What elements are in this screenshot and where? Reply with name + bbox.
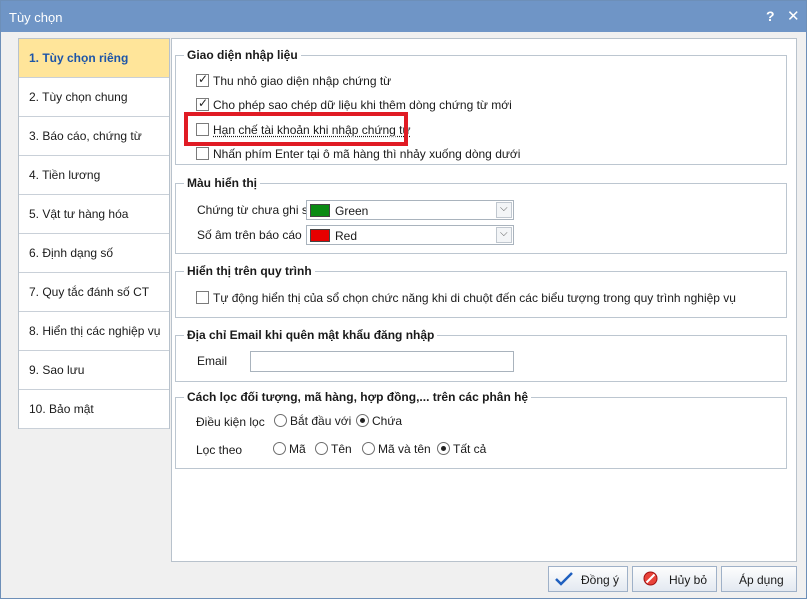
- filter-method-group-title: Cách lọc đối tượng, mã hàng, hợp đồng,..…: [184, 390, 532, 404]
- sidebar-item-materials-goods[interactable]: 5. Vật tư hàng hóa: [19, 195, 169, 234]
- radio-label: Bắt đầu với: [290, 414, 352, 428]
- chevron-down-icon[interactable]: ⌵: [496, 202, 512, 218]
- sidebar-item-label: 2. Tùy chọn chung: [29, 90, 128, 104]
- sidebar-item-numbering-rules[interactable]: 7. Quy tắc đánh số CT: [19, 273, 169, 312]
- sidebar-item-general-options[interactable]: 2. Tùy chọn chung: [19, 78, 169, 117]
- radio-label: Tên: [331, 442, 352, 456]
- ok-button[interactable]: Đồng ý: [548, 566, 628, 592]
- sidebar-item-label: 5. Vật tư hàng hóa: [29, 207, 129, 221]
- option-label: Thu nhỏ giao diện nhập chứng từ: [213, 74, 392, 88]
- sidebar-item-show-operations[interactable]: 8. Hiển thị các nghiệp vụ: [19, 312, 169, 351]
- radio-label: Mã: [289, 442, 306, 456]
- title-bar[interactable]: Tùy chọn ? ✕: [1, 1, 806, 32]
- sidebar-item-label: 4. Tiền lương: [29, 168, 101, 182]
- check-icon: ✓: [198, 72, 209, 86]
- cancel-button-label: Hủy bỏ: [669, 573, 708, 587]
- unposted-color-value: Green: [335, 204, 369, 218]
- sidebar-item-label: 6. Định dạng số: [29, 246, 114, 260]
- email-label: Email: [197, 354, 228, 368]
- email-field[interactable]: [250, 351, 514, 372]
- sidebar-item-salary[interactable]: 4. Tiền lương: [19, 156, 169, 195]
- radio-circle[interactable]: [362, 442, 375, 455]
- enter-next-line-checkbox[interactable]: [196, 147, 209, 160]
- sidebar-item-label: 8. Hiển thị các nghiệp vụ: [29, 324, 161, 338]
- sidebar-item-label: 3. Báo cáo, chứng từ: [29, 129, 142, 143]
- radio-label: Chứa: [372, 414, 403, 428]
- unposted-color-select[interactable]: Green ⌵: [306, 200, 514, 220]
- auto-show-checkbox[interactable]: [196, 291, 209, 304]
- sidebar-item-reports-documents[interactable]: 3. Báo cáo, chứng từ: [19, 117, 169, 156]
- sidebar-item-label: 9. Sao lưu: [29, 363, 85, 377]
- highlight-annotation-box: [184, 112, 408, 146]
- apply-button[interactable]: Áp dụng: [721, 566, 797, 592]
- ok-button-label: Đồng ý: [581, 573, 620, 587]
- sidebar-item-backup[interactable]: 9. Sao lưu: [19, 351, 169, 390]
- copy-data-checkbox[interactable]: ✓: [196, 96, 209, 111]
- sidebar-item-label: 7. Quy tắc đánh số CT: [29, 285, 150, 299]
- chevron-down-icon[interactable]: ⌵: [496, 227, 512, 243]
- option-label: Cho phép sao chép dữ liệu khi thêm dòng …: [213, 98, 512, 112]
- input-ui-group-title: Giao diện nhập liệu: [184, 48, 301, 62]
- red-swatch: [310, 229, 330, 242]
- help-icon[interactable]: ?: [766, 8, 775, 24]
- radio-label: Mã và tên: [378, 442, 431, 456]
- apply-button-label: Áp dụng: [739, 573, 784, 587]
- green-swatch: [310, 204, 330, 217]
- window-title: Tùy chọn: [9, 10, 63, 25]
- check-icon: ✓: [198, 96, 209, 110]
- cancel-icon: [643, 571, 658, 586]
- negative-numbers-label: Số âm trên báo cáo: [197, 228, 302, 242]
- radio-circle[interactable]: [315, 442, 328, 455]
- close-icon[interactable]: ✕: [787, 7, 800, 25]
- negative-color-value: Red: [335, 229, 358, 243]
- sidebar-item-personal-options[interactable]: 1. Tùy chọn riêng: [19, 39, 169, 78]
- option-label: Nhấn phím Enter tại ô mã hàng thì nhảy x…: [213, 147, 521, 161]
- sidebar-item-security[interactable]: 10. Bảo mật: [19, 390, 169, 429]
- sidebar-item-label: 10. Bảo mật: [29, 402, 94, 416]
- display-colors-group-title: Màu hiển thị: [184, 176, 260, 190]
- filter-condition-label: Điều kiện lọc: [196, 415, 265, 429]
- option-label: Tự động hiển thị của sổ chọn chức năng k…: [213, 291, 736, 305]
- sidebar-item-label: 1. Tùy chọn riêng: [29, 51, 129, 65]
- filter-method-group: Cách lọc đối tượng, mã hàng, hợp đồng,..…: [175, 390, 787, 469]
- unposted-documents-label: Chứng từ chưa ghi sổ: [197, 203, 315, 217]
- radio-circle[interactable]: [356, 414, 369, 427]
- cancel-button[interactable]: Hủy bỏ: [632, 566, 717, 592]
- workflow-display-group-title: Hiển thị trên quy trình: [184, 264, 315, 278]
- check-icon: [555, 572, 573, 586]
- compact-entry-checkbox[interactable]: ✓: [196, 72, 209, 87]
- recovery-email-group-title: Địa chỉ Email khi quên mật khẩu đăng nhậ…: [184, 328, 438, 342]
- radio-circle[interactable]: [273, 442, 286, 455]
- radio-label: Tất cả: [453, 442, 487, 456]
- radio-circle[interactable]: [274, 414, 287, 427]
- filter-by-label: Lọc theo: [196, 443, 243, 457]
- radio-circle[interactable]: [437, 442, 450, 455]
- sidebar-item-number-format[interactable]: 6. Định dạng số: [19, 234, 169, 273]
- negative-color-select[interactable]: Red ⌵: [306, 225, 514, 245]
- options-sidebar: 1. Tùy chọn riêng 2. Tùy chọn chung 3. B…: [18, 38, 170, 429]
